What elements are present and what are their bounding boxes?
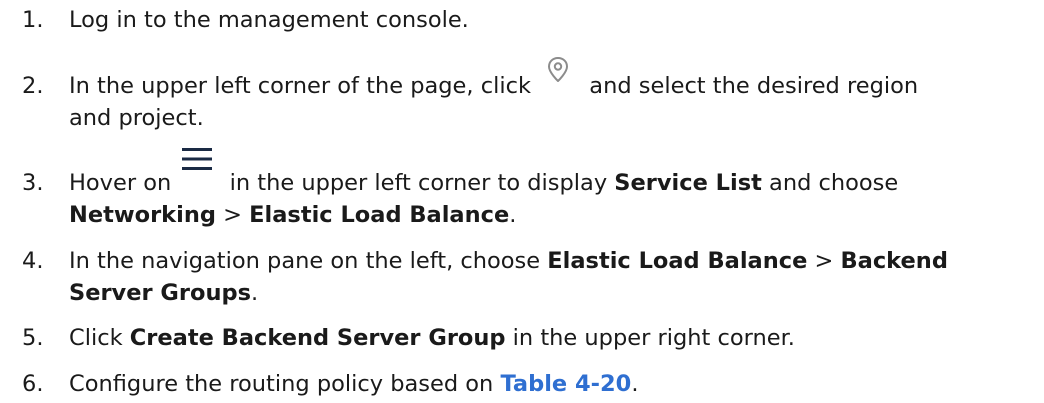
path-separator: > — [814, 248, 834, 274]
step-period: . — [631, 371, 639, 397]
server-groups-label: Server Groups — [69, 280, 251, 306]
location-pin-icon — [542, 54, 574, 86]
step-text: In the upper left corner of the page, cl… — [69, 73, 531, 99]
step-text: in the upper left corner to display — [229, 170, 608, 196]
elb-label: Elastic Load Balance — [547, 248, 808, 274]
document-page: { "steps": [ { "number": "1.", "text": "… — [0, 0, 1044, 403]
step-text: and project. — [69, 105, 204, 131]
step-number: 5. — [22, 325, 44, 351]
networking-label: Networking — [69, 202, 216, 228]
step-text: Log in to the management console. — [69, 7, 469, 33]
step-text: Configure the routing policy based on — [69, 371, 494, 397]
step-period: . — [509, 202, 517, 228]
step-text: Hover on — [69, 170, 172, 196]
step-text: in the upper right corner. — [512, 325, 795, 351]
step-number: 4. — [22, 248, 44, 274]
table-4-20-link[interactable]: Table 4-20 — [500, 371, 631, 397]
elb-label: Elastic Load Balance — [249, 202, 510, 228]
step-number: 1. — [22, 7, 44, 33]
service-list-label: Service List — [614, 170, 762, 196]
step-number: 6. — [22, 371, 44, 397]
step-text: and choose — [769, 170, 899, 196]
step-number: 2. — [22, 73, 44, 99]
step-period: . — [250, 280, 259, 306]
hamburger-menu-icon — [182, 147, 213, 171]
step-text: In the navigation pane on the left, choo… — [69, 248, 541, 274]
step-text: and select the desired region — [589, 73, 919, 99]
create-backend-server-group-label: Create Backend Server Group — [129, 325, 506, 351]
backend-label: Backend — [840, 248, 948, 274]
step-text: Click — [69, 325, 123, 351]
step-number: 3. — [22, 170, 44, 196]
path-separator: > — [223, 202, 243, 228]
